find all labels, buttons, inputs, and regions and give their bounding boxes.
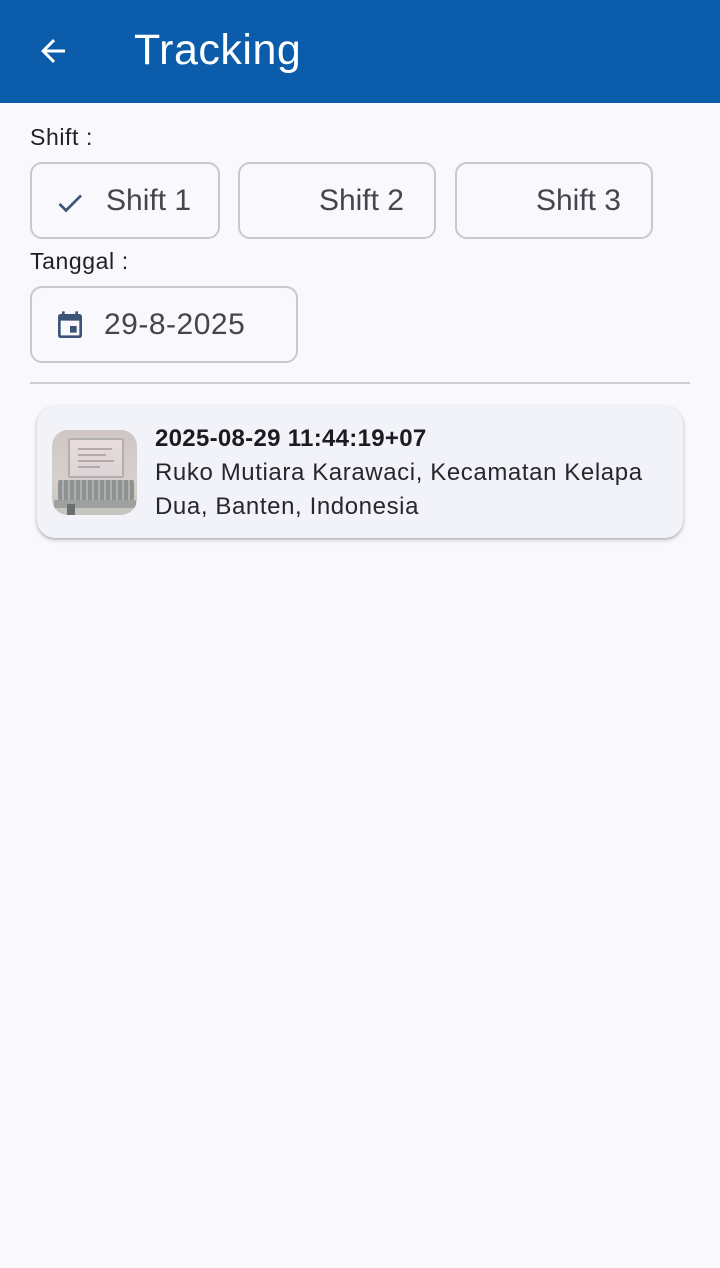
date-picker-button[interactable]: 29-8-2025	[30, 286, 298, 363]
arrow-back-icon	[41, 39, 65, 63]
laptop-keyboard	[58, 480, 134, 500]
shift-2-chip[interactable]: Shift 2	[238, 162, 436, 239]
shift-label: Shift :	[30, 124, 94, 150]
check-icon	[58, 194, 82, 213]
tracking-screen: Tracking Shift : Shift 1 Shift 2 Shift 3…	[0, 0, 720, 1268]
back-button[interactable]	[30, 28, 76, 74]
divider	[30, 382, 690, 384]
shift-2-label: Shift 2	[318, 183, 404, 217]
tracking-address: Ruko Mutiara Karawaci, Kecamatan Kelapa …	[155, 459, 643, 520]
tanggal-label: Tanggal :	[30, 248, 129, 274]
usb-cable	[67, 504, 75, 515]
tracking-timestamp: 2025-08-29 11:44:19+07	[155, 425, 427, 452]
laptop-screen	[68, 438, 124, 478]
calendar-icon	[58, 311, 82, 338]
tracking-card[interactable]: 2025-08-29 11:44:19+07 Ruko Mutiara Kara…	[37, 406, 683, 538]
shift-3-label: Shift 3	[535, 183, 621, 217]
app-bar: Tracking	[0, 0, 720, 103]
page-title: Tracking	[134, 26, 302, 74]
date-value: 29-8-2025	[104, 307, 246, 341]
tracking-photo-thumbnail	[52, 430, 137, 515]
shift-1-chip[interactable]: Shift 1	[30, 162, 220, 239]
shift-3-chip[interactable]: Shift 3	[455, 162, 653, 239]
shift-1-label: Shift 1	[106, 183, 192, 217]
